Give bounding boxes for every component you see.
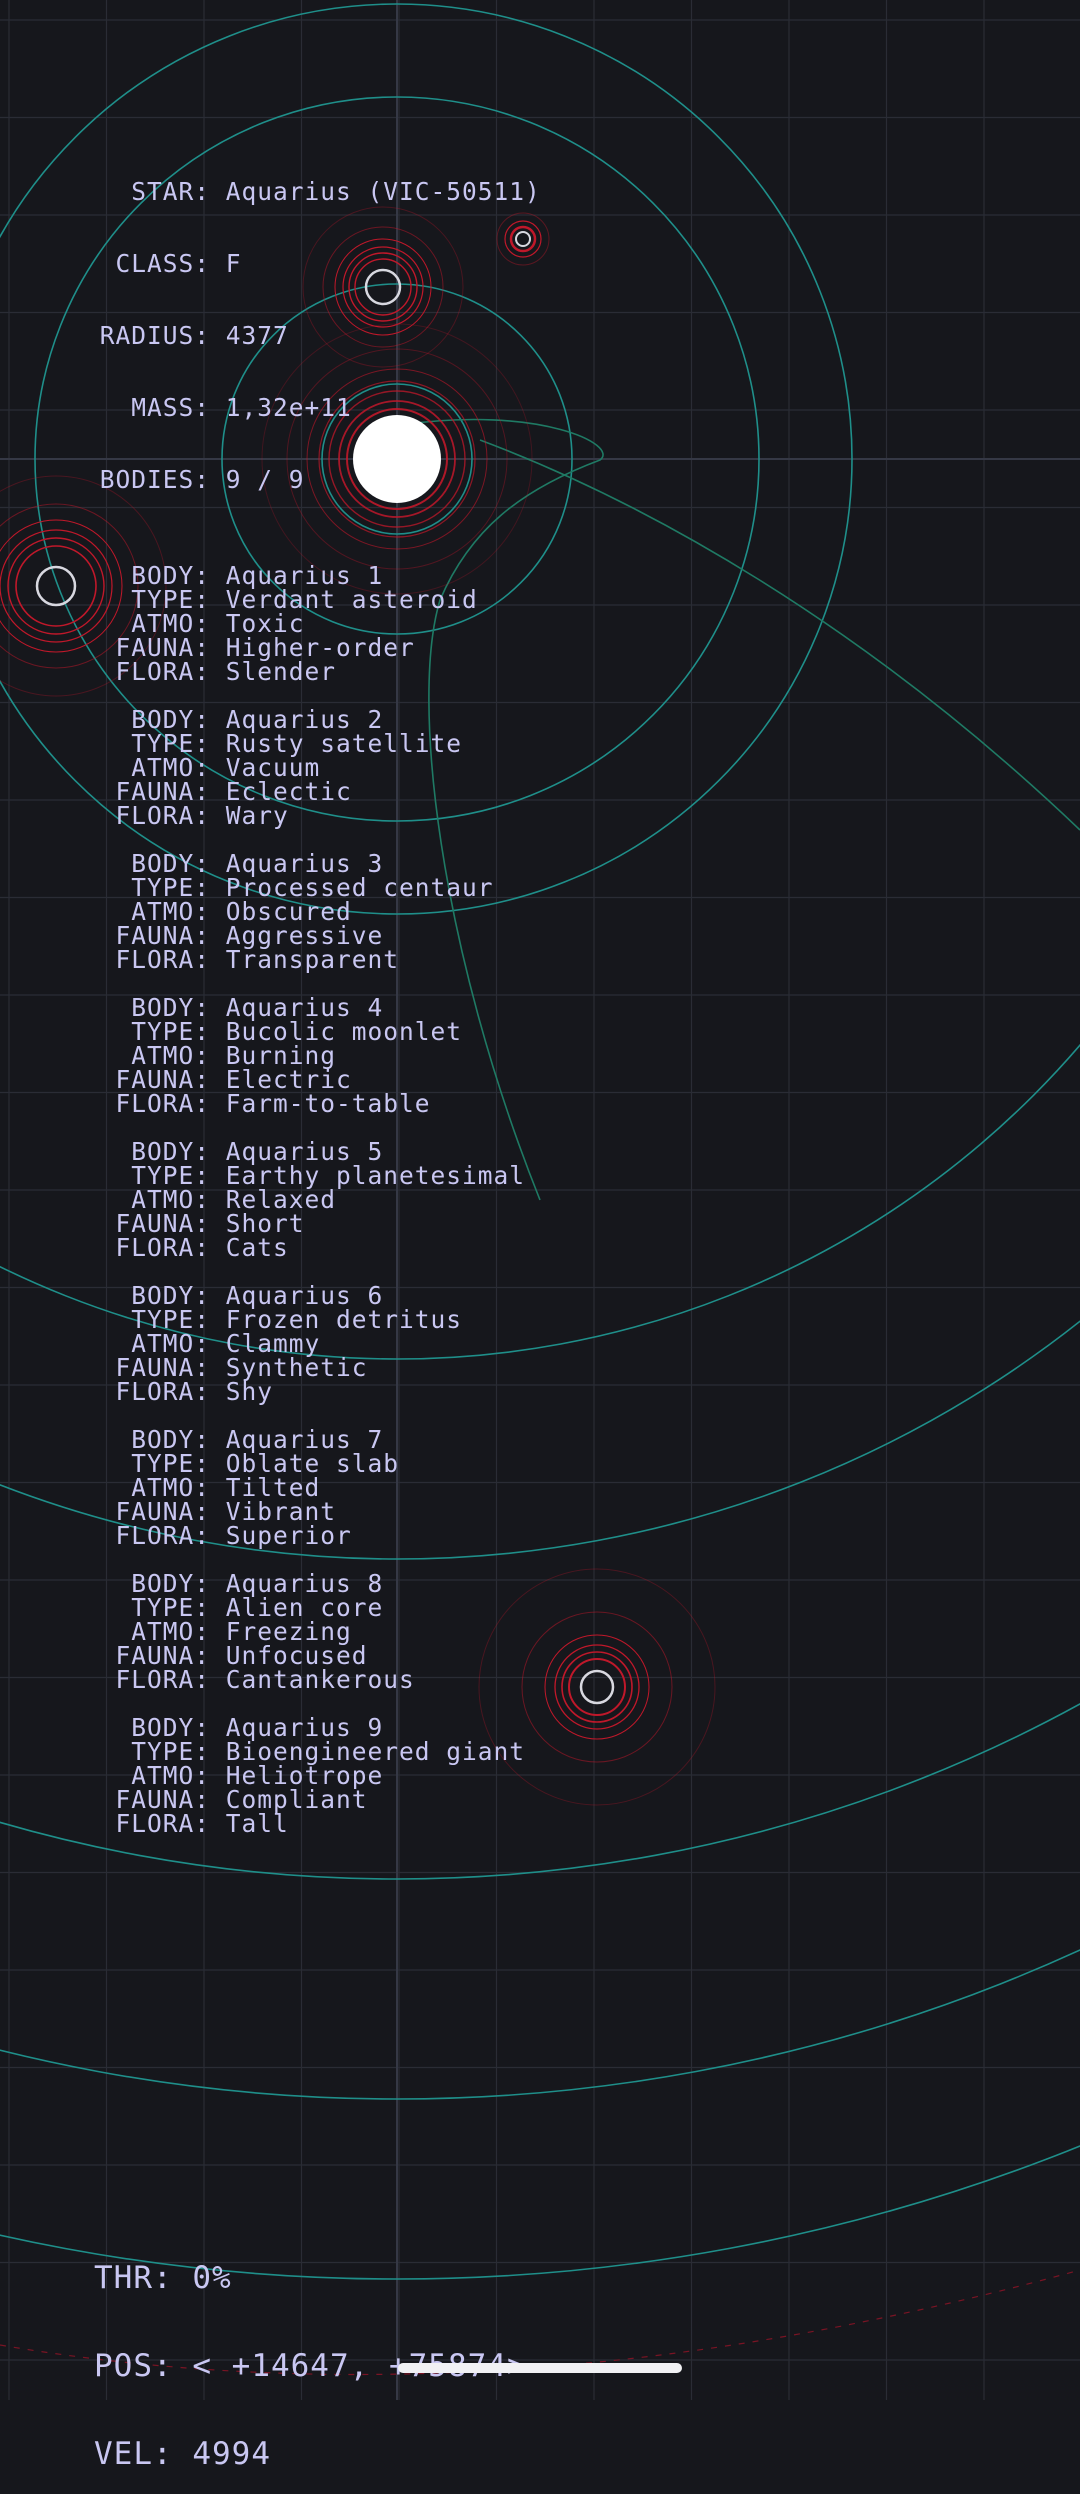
star-class: F <box>225 249 242 278</box>
body-flora-row: FLORA: Slender <box>115 657 337 686</box>
body-flora-row: FLORA: Transparent <box>115 945 400 974</box>
body-flora-value: Superior <box>225 1521 352 1550</box>
body-flora-value: Tall <box>225 1809 289 1838</box>
body-flora-row: FLORA: Tall <box>115 1809 289 1838</box>
body-entry: BODY: Aquarius 6 TYPE: Frozen detritus ATM… <box>0 1283 541 1406</box>
star-bodies-count: 9 / 9 <box>225 465 305 494</box>
body-flora-value: Wary <box>225 801 289 830</box>
body-flora-row: FLORA: Cantankerous <box>115 1665 415 1694</box>
system-info-panel: STAR: Aquarius (VIC-50511) CLASS: F RADI… <box>0 132 541 1860</box>
body-flora-row: FLORA: Wary <box>115 801 289 830</box>
flight-hud: THR: 0% POS: < +14647, +75874> VEL: 4994 <box>94 2198 527 2494</box>
body-entry: BODY: Aquarius 4 TYPE: Bucolic moonlet ATM… <box>0 995 541 1118</box>
body-flora-value: Farm-to-table <box>225 1089 431 1118</box>
class-row: CLASS: F <box>115 249 242 278</box>
body-flora-value: Cats <box>225 1233 289 1262</box>
body-entry: BODY: Aquarius 1 TYPE: Verdant asteroid AT… <box>0 563 541 686</box>
body-flora-row: FLORA: Shy <box>115 1377 274 1406</box>
body-entry: BODY: Aquarius 7 TYPE: Oblate slab ATMO: T… <box>0 1427 541 1550</box>
throttle-value: 0% <box>192 2260 232 2296</box>
velocity-row: VEL: 4994 <box>94 2436 271 2472</box>
bodies-list: BODY: Aquarius 1 TYPE: Verdant asteroid AT… <box>0 540 541 1836</box>
star-radius: 4377 <box>225 321 289 350</box>
throttle-row: THR: 0% <box>94 2260 232 2296</box>
body-entry: BODY: Aquarius 8 TYPE: Alien core ATMO: Fr… <box>0 1571 541 1694</box>
body-flora-row: FLORA: Farm-to-table <box>115 1089 431 1118</box>
bodies-row: BODIES: 9 / 9 <box>99 465 305 494</box>
star-mass: 1,32e+11 <box>225 393 352 422</box>
body-flora-value: Shy <box>225 1377 274 1406</box>
star-name: Aquarius (VIC-50511) <box>225 177 541 206</box>
body-flora-row: FLORA: Cats <box>115 1233 289 1262</box>
body-entry: BODY: Aquarius 3 TYPE: Processed centaur A… <box>0 851 541 974</box>
star-row: STAR: Aquarius (VIC-50511) <box>131 177 541 206</box>
body-entry: BODY: Aquarius 2 TYPE: Rusty satellite ATM… <box>0 707 541 830</box>
body-entry: BODY: Aquarius 9 TYPE: Bioengineered gian… <box>0 1715 541 1838</box>
body-flora-value: Slender <box>225 657 337 686</box>
body-flora-value: Cantankerous <box>225 1665 415 1694</box>
mass-row: MASS: 1,32e+11 <box>131 393 352 422</box>
velocity-value: 4994 <box>192 2436 271 2472</box>
home-indicator[interactable] <box>398 2363 682 2373</box>
body-flora-value: Transparent <box>225 945 400 974</box>
radius-row: RADIUS: 4377 <box>99 321 289 350</box>
body-entry: BODY: Aquarius 5 TYPE: Earthy planetesima… <box>0 1139 541 1262</box>
body-flora-row: FLORA: Superior <box>115 1521 352 1550</box>
